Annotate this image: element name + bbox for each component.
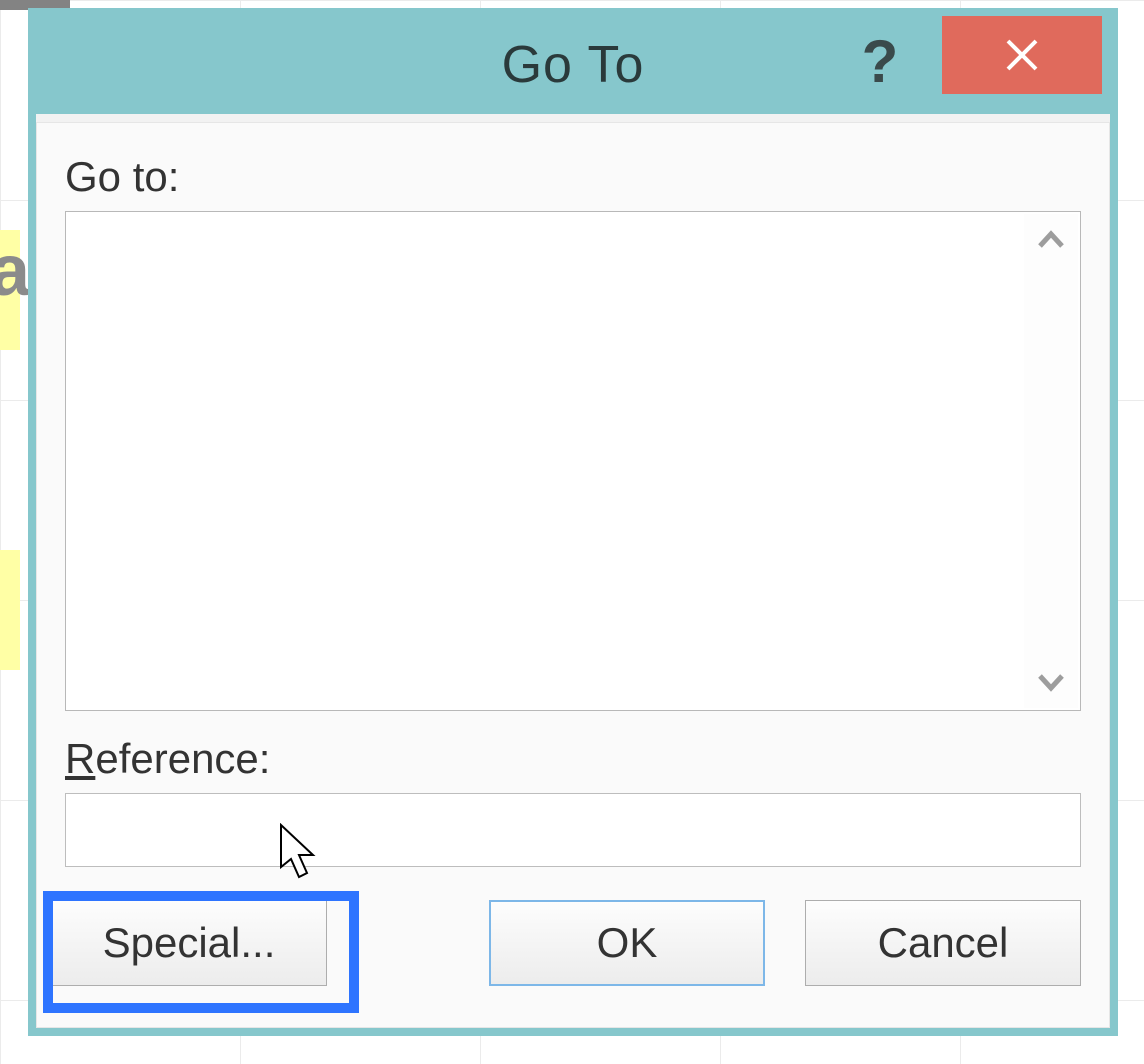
goto-label: Go to: xyxy=(65,153,1081,201)
goto-listbox[interactable] xyxy=(68,214,1022,708)
goto-dialog: Go To ? Go to: Reference: xyxy=(28,8,1118,1036)
dialog-button-row: Special... OK Cancel xyxy=(51,883,1081,1003)
cancel-button[interactable]: Cancel xyxy=(805,900,1081,986)
close-icon xyxy=(1002,35,1042,75)
dialog-body: Go to: Reference: Special... OK Cancel xyxy=(36,122,1110,1028)
bg-partial-text: a xyxy=(0,230,30,312)
scroll-up-button[interactable] xyxy=(1024,214,1078,268)
chevron-up-icon xyxy=(1036,226,1066,256)
help-icon[interactable]: ? xyxy=(850,26,910,96)
close-button[interactable] xyxy=(942,16,1102,94)
reference-input[interactable] xyxy=(65,793,1081,867)
ok-button[interactable]: OK xyxy=(489,900,765,986)
reference-label: Reference: xyxy=(65,735,1081,783)
goto-list-container xyxy=(65,211,1081,711)
goto-scrollbar[interactable] xyxy=(1024,214,1078,708)
dialog-titlebar[interactable]: Go To ? xyxy=(36,16,1110,114)
special-button[interactable]: Special... xyxy=(51,900,327,986)
bg-yellow-cell-2 xyxy=(0,550,20,670)
reference-section: Reference: xyxy=(65,735,1081,867)
scroll-down-button[interactable] xyxy=(1024,654,1078,708)
chevron-down-icon xyxy=(1036,666,1066,696)
